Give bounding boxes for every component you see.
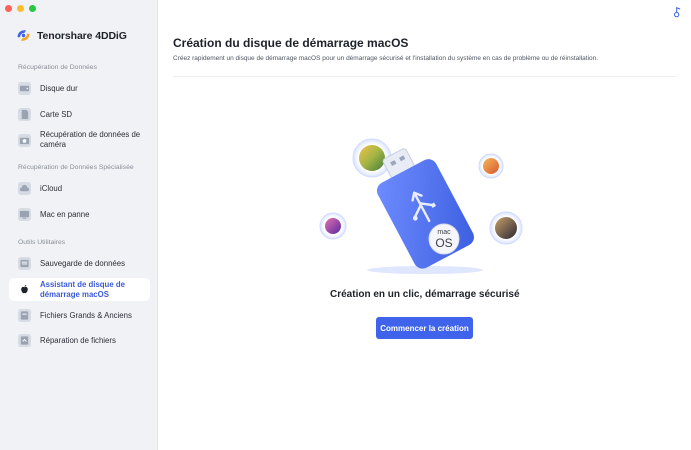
- backup-icon: [18, 257, 31, 270]
- sidebar-item-large-old-files[interactable]: Fichiers Grands & Anciens: [9, 307, 150, 325]
- minimize-window-button[interactable]: [17, 5, 24, 12]
- sidebar-item-crashed-mac[interactable]: Mac en panne: [9, 206, 150, 224]
- sidebar-item-label: Mac en panne: [40, 210, 90, 219]
- hero-title: Création en un clic, démarrage sécurisé: [330, 289, 520, 300]
- sidebar-item-data-backup[interactable]: Sauvegarde de données: [9, 255, 150, 273]
- brand-logo-icon: [17, 30, 30, 41]
- section-title-utility-tools: Outils Utilitaires: [18, 239, 66, 246]
- sidebar-item-label: Réparation de fichiers: [40, 336, 116, 345]
- close-window-button[interactable]: [5, 5, 12, 12]
- window-controls: [5, 5, 36, 12]
- sidebar-item-macos-boot-disk[interactable]: Assistant de disque de démarrage macOS: [9, 278, 150, 301]
- section-title-data-recovery: Récupération de Données: [18, 64, 97, 71]
- page-subtitle: Créez rapidement un disque de démarrage …: [173, 55, 599, 62]
- usb-illustration: mac OS: [319, 138, 523, 274]
- brand: Tenorshare 4DDiG: [15, 27, 127, 44]
- macos-badge: mac OS: [428, 223, 460, 255]
- maximize-window-button[interactable]: [29, 5, 36, 12]
- page-title: Création du disque de démarrage macOS: [173, 36, 409, 50]
- macos-badge-top-text: mac: [437, 229, 451, 236]
- sidebar-item-label: Sauvegarde de données: [40, 259, 125, 268]
- files-icon: [18, 309, 31, 322]
- file-repair-icon: [18, 334, 31, 347]
- sidebar-item-label: Assistant de disque de démarrage macOS: [40, 280, 125, 299]
- sidebar-item-label: Récupération de données de caméra: [40, 130, 141, 149]
- sidebar-item-label: Carte SD: [40, 110, 73, 119]
- monterey-wallpaper-bubble: [319, 212, 347, 240]
- camera-icon: [18, 134, 31, 147]
- brand-name: Tenorshare 4DDiG: [37, 29, 127, 42]
- sd-card-icon: [18, 108, 31, 121]
- crashed-mac-icon: [18, 208, 31, 221]
- start-creation-button[interactable]: Commencer la création: [376, 317, 473, 339]
- ventura-wallpaper-bubble: [478, 153, 504, 179]
- sidebar-item-icloud[interactable]: iCloud: [9, 180, 150, 198]
- sidebar: Tenorshare 4DDiG Récupération de Données…: [0, 0, 158, 450]
- mojave-wallpaper-bubble: [489, 211, 523, 245]
- help-icon[interactable]: [672, 6, 683, 18]
- sidebar-item-hard-drive[interactable]: Disque dur: [9, 80, 150, 98]
- divider: [173, 76, 677, 77]
- sidebar-item-file-repair[interactable]: Réparation de fichiers: [9, 332, 150, 350]
- sidebar-item-sd-card[interactable]: Carte SD: [9, 106, 150, 124]
- apple-icon: [18, 283, 31, 296]
- hard-drive-icon: [18, 82, 31, 95]
- sidebar-item-label: iCloud: [40, 184, 63, 193]
- sidebar-item-camera-recovery[interactable]: Récupération de données de caméra: [9, 128, 150, 152]
- sidebar-item-label: Fichiers Grands & Anciens: [40, 311, 132, 320]
- macos-badge-bottom-text: OS: [435, 236, 452, 250]
- section-title-specialized-recovery: Récupération de Données Spécialisée: [18, 164, 134, 171]
- cloud-icon: [18, 182, 31, 195]
- sidebar-item-label: Disque dur: [40, 84, 78, 93]
